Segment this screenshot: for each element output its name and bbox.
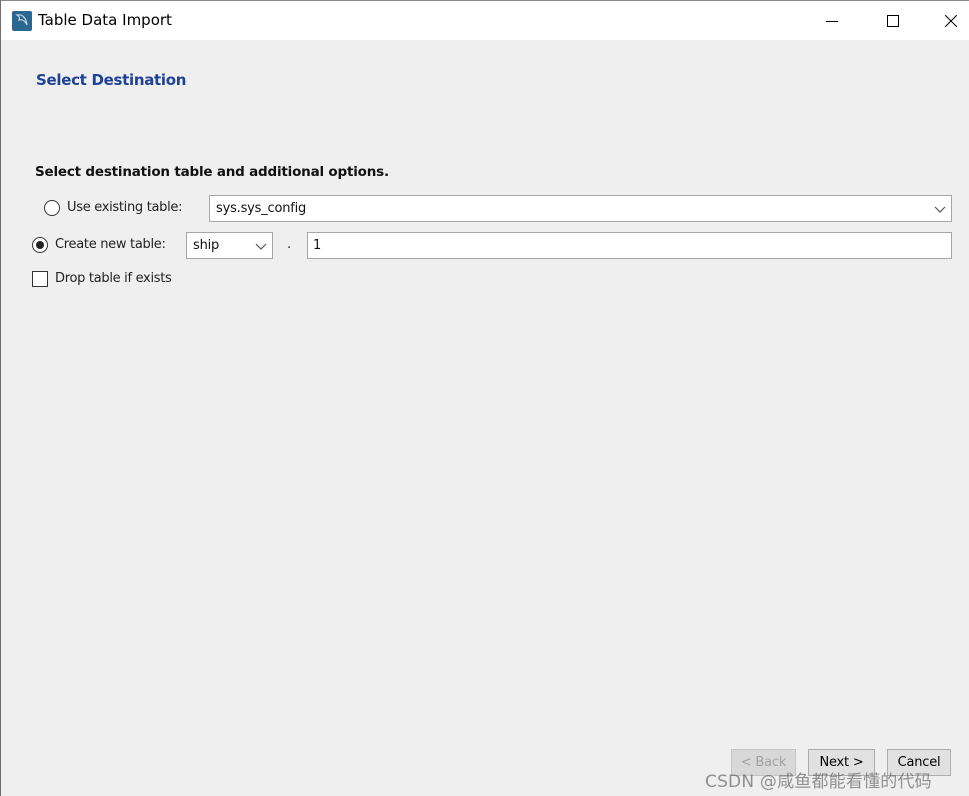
- close-icon: [945, 14, 957, 27]
- minimize-icon: [826, 20, 838, 22]
- schema-value: ship: [193, 238, 220, 253]
- minimize-button[interactable]: [809, 1, 855, 40]
- watermark: CSDN @咸鱼都能看懂的代码: [705, 772, 932, 792]
- drop-table-if-exists-checkbox[interactable]: [32, 271, 48, 287]
- close-button[interactable]: [928, 1, 969, 40]
- maximize-icon: [887, 14, 899, 27]
- schema-dropdown[interactable]: ship: [186, 232, 273, 259]
- table-data-import-window: Table Data Import Select Destination Sel…: [0, 0, 969, 796]
- existing-table-value: sys.sys_config: [216, 201, 307, 216]
- create-new-table-radio[interactable]: [32, 237, 48, 253]
- drop-table-if-exists-label[interactable]: Drop table if exists: [55, 271, 172, 286]
- chevron-down-icon: [255, 243, 267, 250]
- title-bar: Table Data Import: [1, 1, 969, 40]
- existing-table-dropdown[interactable]: sys.sys_config: [209, 195, 952, 222]
- page-title: Select Destination: [36, 71, 187, 89]
- new-table-name-input[interactable]: [308, 233, 951, 258]
- schema-table-separator: .: [287, 237, 292, 252]
- new-table-name-field[interactable]: [307, 232, 952, 259]
- use-existing-table-radio[interactable]: [44, 200, 60, 216]
- create-new-table-label[interactable]: Create new table:: [55, 237, 166, 252]
- mysql-workbench-icon: [12, 11, 32, 31]
- window-title: Table Data Import: [38, 11, 172, 29]
- section-heading: Select destination table and additional …: [35, 164, 389, 180]
- chevron-down-icon: [934, 206, 946, 213]
- maximize-button[interactable]: [870, 1, 916, 40]
- use-existing-table-label[interactable]: Use existing table:: [67, 200, 183, 215]
